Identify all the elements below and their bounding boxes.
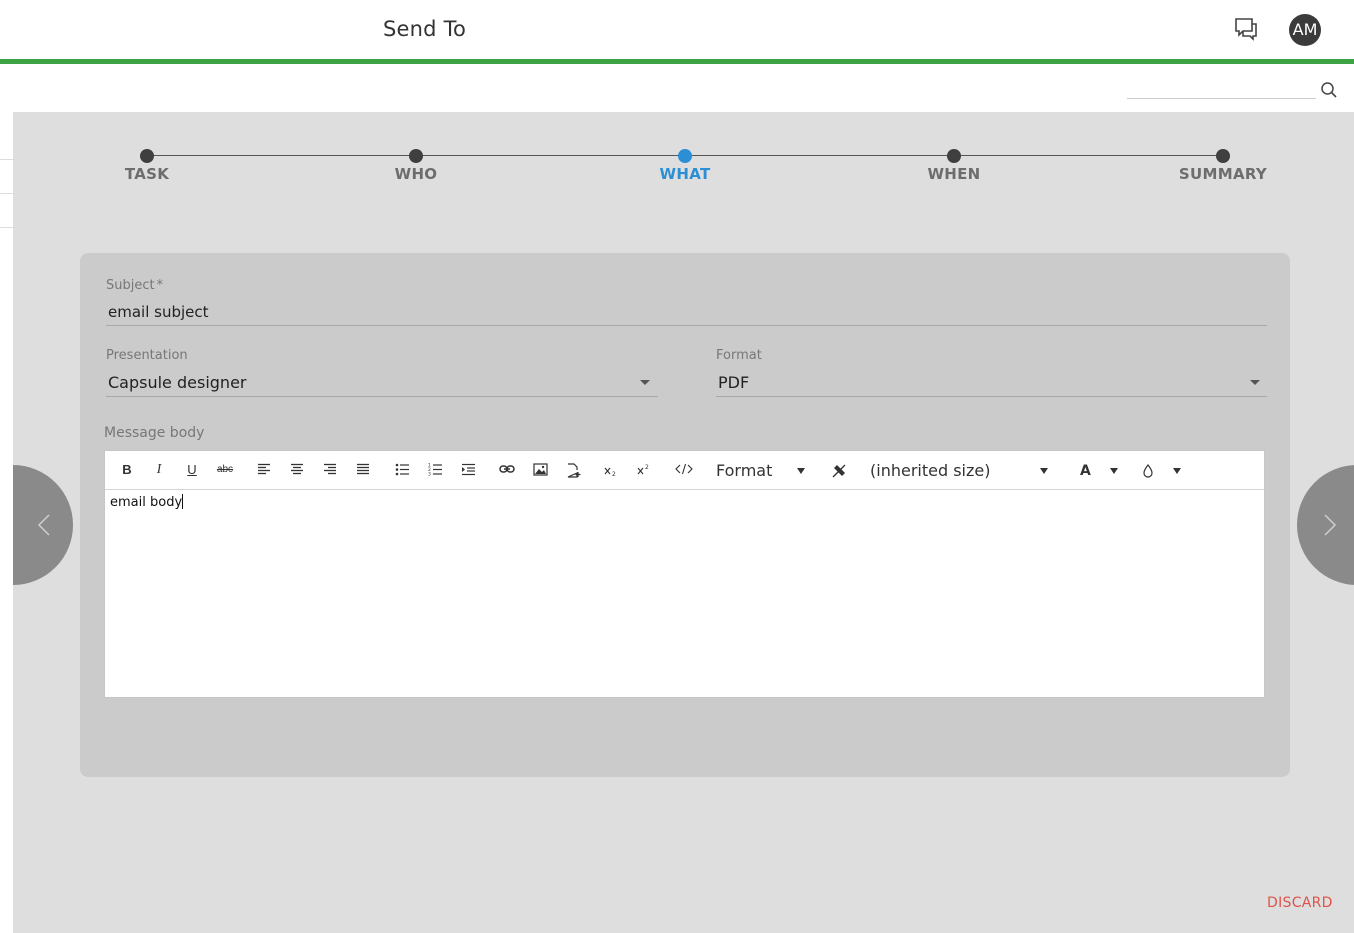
insert-file-icon[interactable]: [564, 460, 582, 480]
step-dot: [140, 149, 154, 163]
presentation-underline: [106, 396, 658, 397]
caret-down-icon: [1173, 468, 1181, 474]
step-dot: [409, 149, 423, 163]
link-icon[interactable]: [498, 460, 516, 480]
chevron-down-icon[interactable]: [1250, 380, 1260, 385]
step-what[interactable]: WHAT: [615, 149, 755, 183]
image-icon[interactable]: [531, 460, 549, 480]
rich-text-editor: B I U abc 123 2 2 Format (inherited size…: [104, 450, 1265, 698]
caret-down-icon: [1040, 468, 1048, 474]
font-color-icon: A: [1080, 463, 1091, 479]
subscript-icon[interactable]: 2: [602, 460, 620, 480]
step-label: WHEN: [927, 165, 981, 183]
italic-button[interactable]: I: [151, 460, 167, 480]
underline-button[interactable]: U: [184, 460, 200, 480]
superscript-icon[interactable]: 2: [635, 460, 653, 480]
subject-label: Subject *: [106, 278, 164, 293]
caret-down-icon: [797, 468, 805, 474]
step-label: SUMMARY: [1178, 165, 1268, 183]
format-dropdown[interactable]: Format: [716, 460, 808, 482]
highlight-color-icon: [1142, 463, 1154, 485]
search-input[interactable]: [1127, 78, 1316, 98]
search-bar: [0, 64, 1354, 112]
clear-format-icon[interactable]: [830, 460, 848, 480]
align-justify-icon[interactable]: [354, 460, 372, 480]
text-cursor: [182, 494, 184, 509]
step-when[interactable]: WHEN: [884, 149, 1024, 183]
step-task[interactable]: TASK: [77, 149, 217, 183]
align-right-icon[interactable]: [321, 460, 339, 480]
required-mark: *: [156, 278, 164, 293]
numbered-list-icon[interactable]: 123: [426, 460, 444, 480]
font-size-dropdown[interactable]: (inherited size): [870, 460, 1050, 482]
svg-text:2: 2: [645, 464, 649, 471]
chevron-down-icon[interactable]: [640, 380, 650, 385]
svg-text:3: 3: [428, 472, 431, 477]
font-color-dropdown[interactable]: A: [1080, 460, 1120, 482]
step-dot: [678, 149, 692, 163]
step-label: TASK: [124, 165, 170, 183]
align-left-icon[interactable]: [255, 460, 273, 480]
format-label: Format: [716, 348, 762, 363]
caret-down-icon: [1110, 468, 1118, 474]
step-summary[interactable]: SUMMARY: [1153, 149, 1293, 183]
indent-icon[interactable]: [459, 460, 477, 480]
page-title: Send To: [383, 17, 467, 41]
next-step-button[interactable]: [1297, 465, 1354, 585]
message-body-label: Message body: [104, 425, 205, 441]
chevron-right-icon: [1324, 514, 1337, 536]
align-center-icon[interactable]: [288, 460, 306, 480]
message-body-text: email body: [110, 495, 183, 510]
discard-button[interactable]: DISCARD: [1267, 895, 1333, 911]
subject-field[interactable]: email subject: [108, 303, 209, 321]
search-underline: [1127, 98, 1316, 99]
subject-underline: [106, 325, 1267, 326]
step-label: WHO: [394, 165, 438, 183]
editor-toolbar: B I U abc 123 2 2 Format (inherited size…: [105, 451, 1264, 490]
previous-step-button[interactable]: [13, 465, 73, 585]
highlight-color-dropdown[interactable]: [1142, 460, 1182, 482]
format-dropdown-label: Format: [716, 461, 773, 480]
editor-content[interactable]: email body: [110, 494, 184, 510]
code-view-icon[interactable]: [674, 460, 694, 480]
strikethrough-button[interactable]: abc: [214, 460, 236, 480]
bullet-list-icon[interactable]: [393, 460, 411, 480]
chevron-left-icon: [37, 514, 50, 536]
presentation-label: Presentation: [106, 348, 188, 363]
step-dot: [1216, 149, 1230, 163]
step-label: WHAT: [659, 165, 711, 183]
search-icon[interactable]: [1320, 81, 1338, 99]
top-bar: Send To AM: [0, 0, 1354, 59]
font-size-label: (inherited size): [870, 461, 991, 480]
format-select[interactable]: PDF: [718, 373, 749, 392]
step-dot: [947, 149, 961, 163]
presentation-select[interactable]: Capsule designer: [108, 373, 246, 392]
left-panel-edge: [0, 112, 13, 933]
bold-button[interactable]: B: [119, 460, 135, 480]
svg-text:2: 2: [612, 471, 616, 477]
avatar[interactable]: AM: [1289, 14, 1321, 46]
step-who[interactable]: WHO: [346, 149, 486, 183]
chat-bubbles-icon[interactable]: [1232, 16, 1260, 42]
format-underline: [716, 396, 1267, 397]
